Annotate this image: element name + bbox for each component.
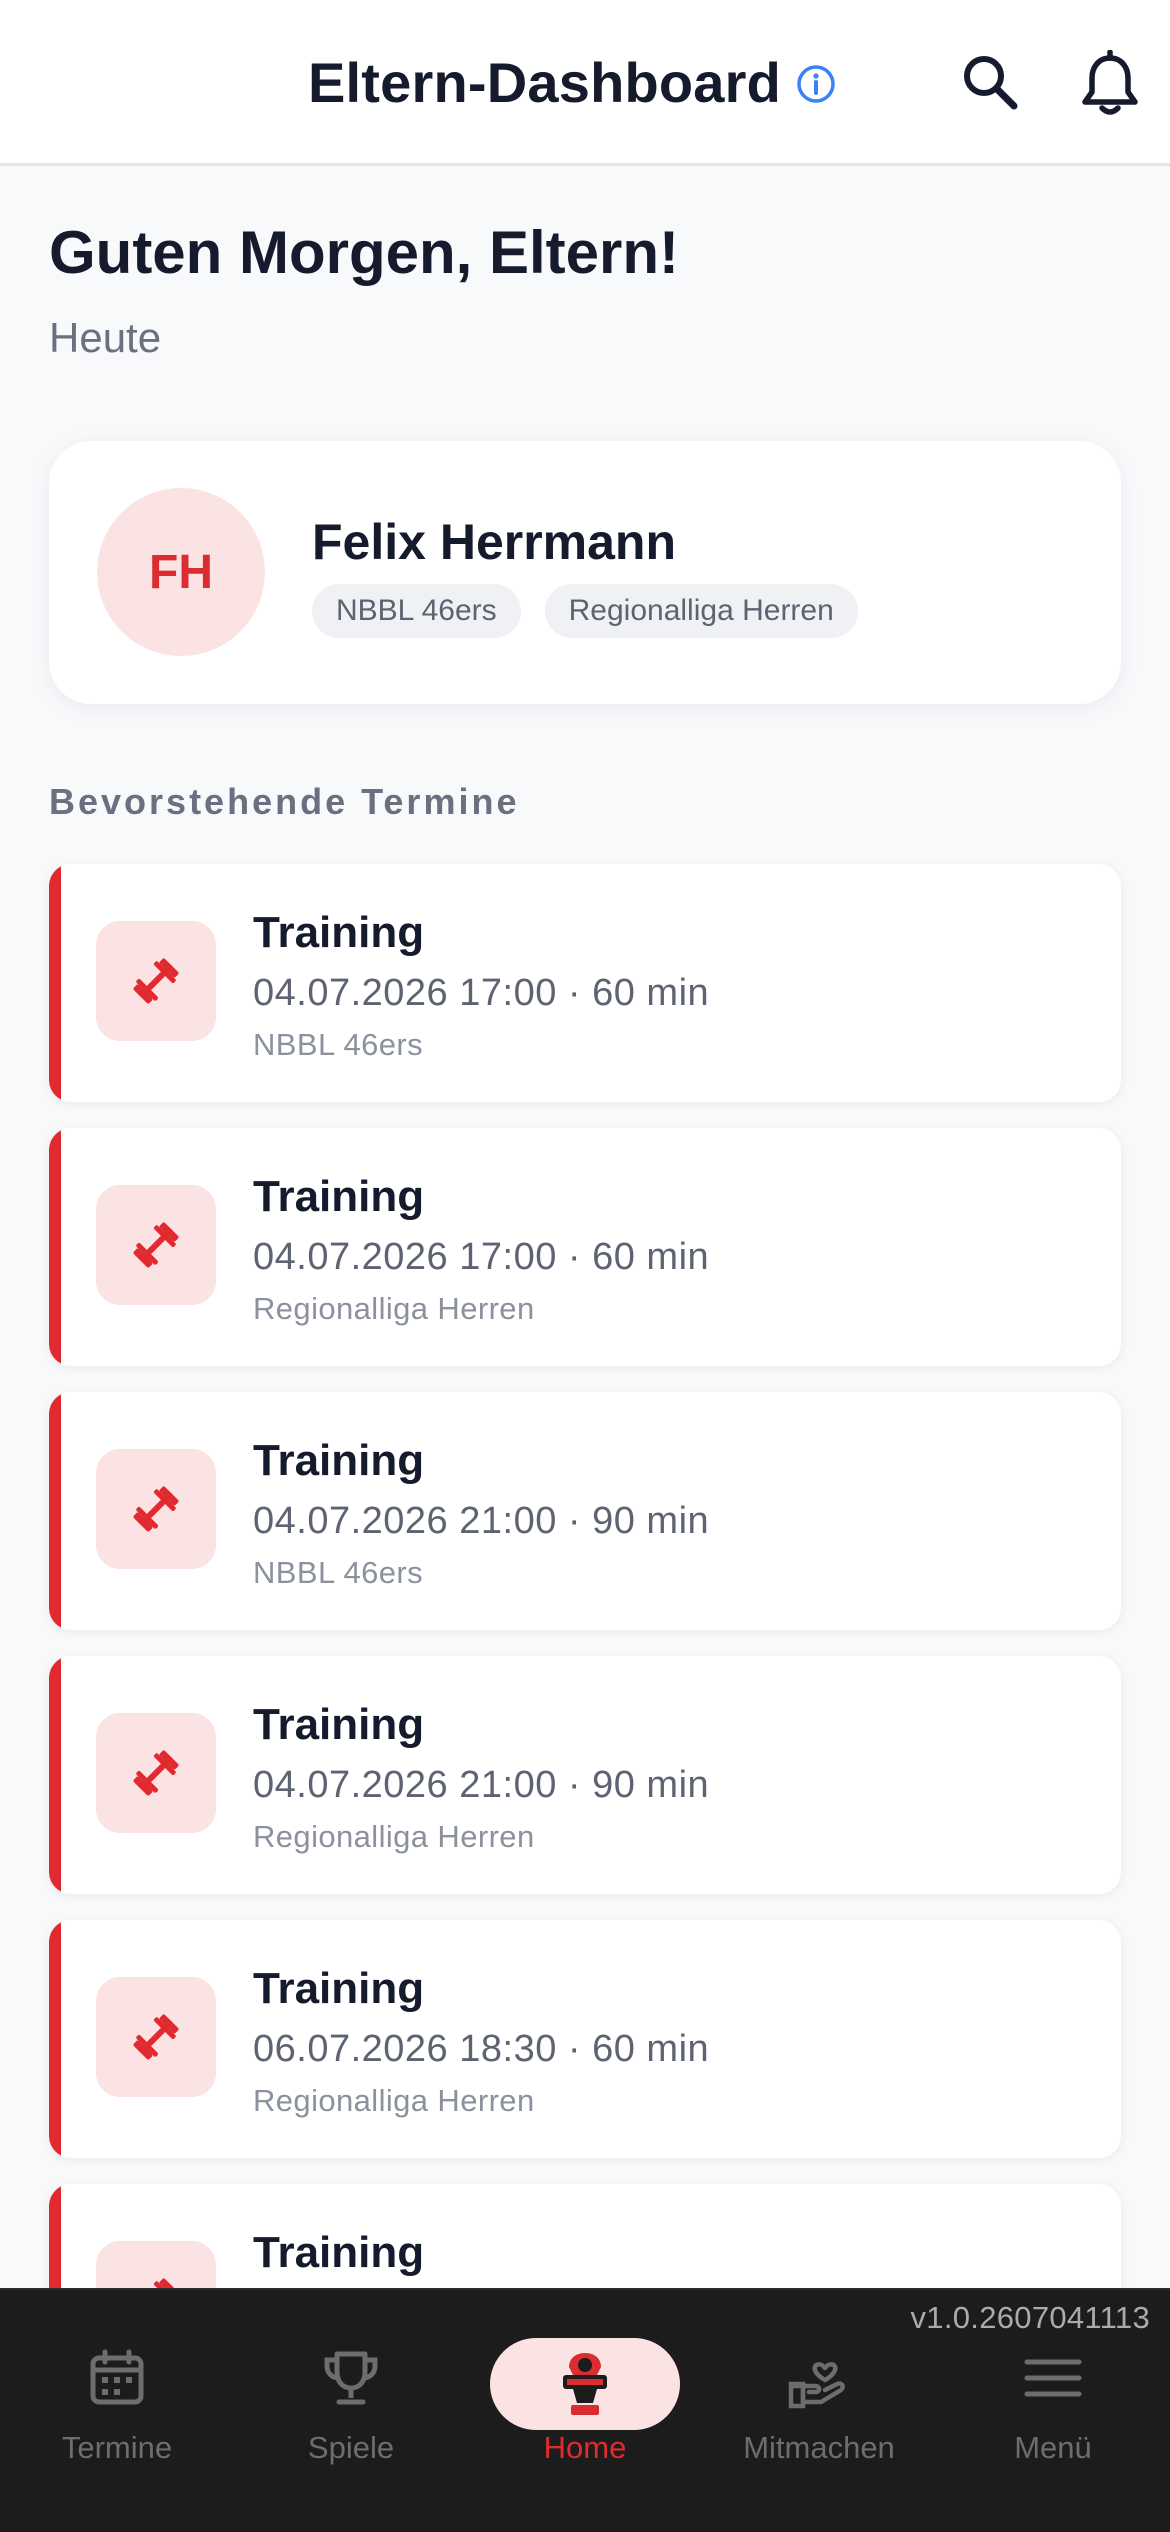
team-logo-icon xyxy=(563,2353,607,2415)
nav-item-spiele[interactable]: Spiele xyxy=(234,2290,468,2532)
event-team: NBBL 46ers xyxy=(253,1555,423,1590)
team-chip: Regionalliga Herren xyxy=(544,584,858,638)
nav-label: Mitmachen xyxy=(743,2430,895,2465)
greeting-subtitle: Heute xyxy=(49,314,162,361)
child-profile-card[interactable]: FH Felix Herrmann NBBL 46ers Regionallig… xyxy=(49,441,1121,704)
page-title: Eltern-Dashboard xyxy=(308,51,782,114)
bottom-navigation: v1.0.2607041113 Termine Spiele Home Mitm… xyxy=(0,2288,1170,2532)
event-card[interactable]: Training 04.07.2026 17:00 · 60 min NBBL … xyxy=(49,864,1121,1102)
event-datetime: 04.07.2026 21:00 · 90 min xyxy=(253,1500,710,1542)
menu-icon xyxy=(1024,2359,1082,2397)
event-team: NBBL 46ers xyxy=(253,1027,423,1062)
event-datetime: 04.07.2026 21:00 · 90 min xyxy=(253,1764,710,1806)
section-title-upcoming: Bevorstehende Termine xyxy=(49,781,520,822)
dumbbell-icon xyxy=(96,1185,216,1305)
avatar: FH xyxy=(97,488,265,656)
nav-item-home[interactable]: Home xyxy=(468,2290,702,2532)
home-active-pill xyxy=(490,2338,680,2430)
team-chips: NBBL 46ers Regionalliga Herren xyxy=(312,584,858,638)
event-card[interactable]: Training 04.07.2026 21:00 · 90 min NBBL … xyxy=(49,1392,1121,1630)
profile-name: Felix Herrmann xyxy=(312,514,677,570)
event-team: Regionalliga Herren xyxy=(253,1291,535,1326)
nav-label: Spiele xyxy=(307,2430,395,2465)
dumbbell-icon xyxy=(96,921,216,1041)
team-chip: NBBL 46ers xyxy=(312,584,521,638)
event-title: Training xyxy=(253,1172,425,1221)
event-datetime: 04.07.2026 17:00 · 60 min xyxy=(253,1236,710,1278)
event-title: Training xyxy=(253,908,425,957)
event-datetime: 04.07.2026 17:00 · 60 min xyxy=(253,972,710,1014)
info-icon[interactable] xyxy=(796,64,836,104)
calendar-icon xyxy=(90,2349,144,2405)
nav-label: Home xyxy=(543,2430,627,2465)
nav-item-menu[interactable]: Menü xyxy=(936,2290,1170,2532)
event-title: Training xyxy=(253,1700,425,1749)
nav-label: Termine xyxy=(61,2430,173,2465)
dumbbell-icon xyxy=(96,1977,216,2097)
greeting-title: Guten Morgen, Eltern! xyxy=(49,219,679,286)
event-team: Regionalliga Herren xyxy=(253,1819,535,1854)
event-card[interactable]: Training 04.07.2026 21:00 · 90 min Regio… xyxy=(49,1656,1121,1894)
event-card[interactable]: Training 04.07.2026 17:00 · 60 min Regio… xyxy=(49,1128,1121,1366)
nav-item-termine[interactable]: Termine xyxy=(0,2290,234,2532)
nav-item-mitmachen[interactable]: Mitmachen xyxy=(702,2290,936,2532)
search-icon[interactable] xyxy=(958,50,1022,114)
hand-heart-icon xyxy=(788,2362,845,2409)
app-header: Eltern-Dashboard xyxy=(0,0,1170,166)
dumbbell-icon xyxy=(96,1449,216,1569)
event-title: Training xyxy=(253,1964,425,2013)
event-team: Regionalliga Herren xyxy=(253,2083,535,2118)
event-title: Training xyxy=(253,1436,425,1485)
dumbbell-icon xyxy=(96,1713,216,1833)
event-title: Training xyxy=(253,2228,425,2277)
event-datetime: 06.07.2026 18:30 · 60 min xyxy=(253,2028,710,2070)
trophy-icon xyxy=(324,2351,378,2405)
nav-label: Menü xyxy=(1014,2430,1092,2465)
event-card[interactable]: Training 06.07.2026 18:30 · 60 min Regio… xyxy=(49,1920,1121,2158)
bell-icon[interactable] xyxy=(1078,50,1142,118)
